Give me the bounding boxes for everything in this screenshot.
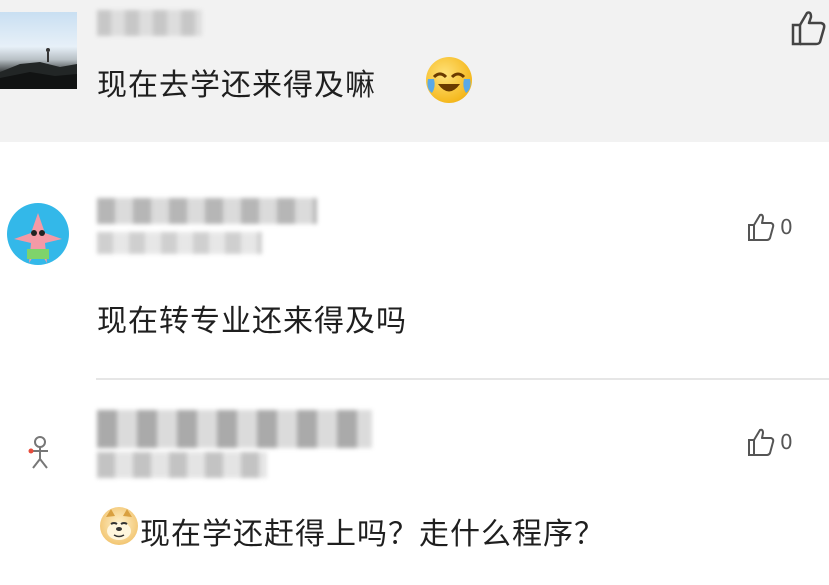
- laughing-crying-emoji-icon: [426, 57, 472, 103]
- like-count: 0: [780, 430, 793, 454]
- like-button[interactable]: 0: [746, 212, 793, 242]
- comment-text: 现在去学还来得及嘛: [97, 68, 376, 103]
- username-blurred: [97, 198, 317, 224]
- like-button[interactable]: [789, 8, 829, 48]
- username-blurred: [97, 10, 202, 36]
- thumbs-up-icon: [791, 11, 826, 46]
- thumbs-up-icon: [748, 428, 775, 456]
- like-button[interactable]: 0: [746, 427, 793, 457]
- username-blurred: [97, 410, 372, 448]
- avatar[interactable]: [0, 12, 77, 89]
- avatar[interactable]: [7, 203, 69, 265]
- subtitle-blurred: [97, 452, 267, 478]
- comment-text: 现在转专业还来得及吗: [97, 304, 407, 339]
- comment-text: 现在学还赶得上吗？走什么程序？: [140, 517, 605, 552]
- spacer: [0, 142, 829, 180]
- like-count: 0: [780, 215, 793, 239]
- thumbs-up-icon: [748, 213, 775, 241]
- cartoon-starfish-avatar-image: [14, 213, 62, 263]
- doge-emoji-icon: [100, 507, 138, 545]
- landscape-avatar-image: [0, 48, 77, 89]
- stick-figure-avatar-image: [28, 436, 48, 469]
- subtitle-blurred: [97, 232, 262, 254]
- avatar[interactable]: [20, 431, 60, 471]
